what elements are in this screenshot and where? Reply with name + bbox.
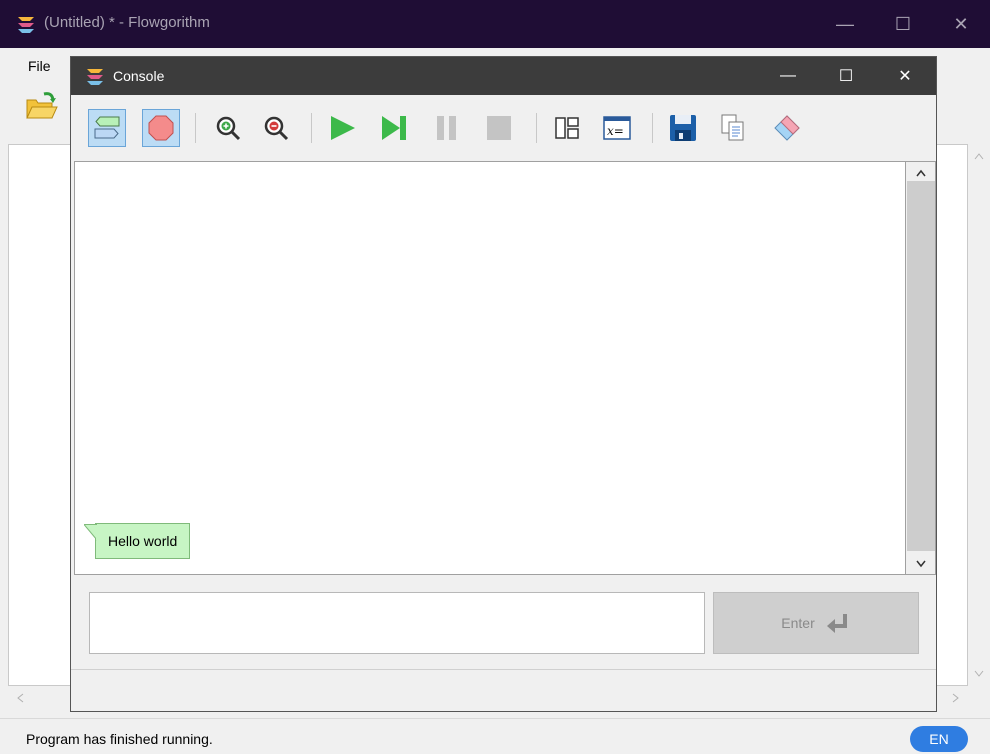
zoom-out-button[interactable] [257,109,295,147]
bubble-tail-icon [84,524,98,541]
zoom-in-icon [216,116,241,141]
zoom-out-icon [264,116,289,141]
console-output-area[interactable] [74,161,906,575]
console-app-icon [85,66,105,91]
scroll-down-icon [916,560,926,568]
toolbar-separator [536,113,537,143]
run-icon [331,116,355,140]
eraser-button[interactable] [768,109,806,147]
console-close-button[interactable]: ✕ [877,57,933,95]
status-text: Program has finished running. [26,731,213,747]
minimize-button[interactable]: — [816,0,874,48]
console-minimize-button[interactable]: — [760,57,816,95]
scroll-left-icon [17,693,24,703]
scroll-up-icon [916,169,926,177]
scroll-down-icon [974,670,984,677]
output-message-bubble: Hello world [84,523,191,559]
output-scroll-thumb[interactable] [907,181,935,551]
stop-sign-icon [148,115,174,141]
copy-icon [721,114,744,141]
variable-watch-button[interactable]: x= [598,109,636,147]
console-window: Console — ☐ ✕ x= Hello world Enter [70,56,937,712]
minimize-icon: — [780,67,796,84]
stop-button[interactable] [480,109,518,147]
stop-icon [487,116,511,140]
enter-return-icon [826,614,847,633]
close-icon: ✕ [953,13,969,34]
close-icon: ✕ [898,68,912,85]
main-vertical-scrollbar[interactable] [968,144,990,686]
copy-button[interactable] [714,109,752,147]
stop-sign-button[interactable] [142,109,180,147]
chat-view-icon [94,116,120,139]
console-toolbar: x= [71,95,936,161]
svg-text:x=: x= [607,124,624,138]
console-status-strip [71,669,936,711]
open-folder-icon[interactable] [24,90,58,129]
chat-view-button[interactable] [88,109,126,147]
save-icon [670,115,696,141]
run-button[interactable] [323,109,361,147]
layout-button[interactable] [548,109,586,147]
minimize-icon: — [836,13,854,34]
pause-icon [437,116,456,140]
toolbar-separator [195,113,196,143]
step-icon [382,116,406,140]
flowgorithm-app-icon [16,14,36,34]
eraser-icon [774,115,800,141]
close-button[interactable]: ✕ [932,0,990,48]
toolbar-separator [311,113,312,143]
console-maximize-button[interactable]: ☐ [818,57,874,95]
enter-button-label: Enter [781,615,815,631]
variable-watch-icon: x= [603,116,631,140]
scroll-up-icon [974,153,984,160]
console-title: Console [113,68,165,84]
pause-button[interactable] [428,109,466,147]
zoom-in-button[interactable] [209,109,247,147]
scroll-right-icon [952,693,959,703]
main-titlebar: (Untitled) * - Flowgorithm — ☐ ✕ [0,0,990,48]
toolbar-separator [652,113,653,143]
status-bar: Program has finished running. EN [0,718,990,754]
layout-icon [555,117,579,139]
step-button[interactable] [375,109,413,147]
console-input-field[interactable] [89,592,705,654]
window-title: (Untitled) * - Flowgorithm [44,14,210,31]
maximize-icon: ☐ [838,68,854,85]
save-button[interactable] [664,109,702,147]
maximize-button[interactable]: ☐ [874,0,932,48]
menu-file[interactable]: File [28,58,51,74]
language-badge[interactable]: EN [910,726,968,752]
output-message-text: Hello world [108,533,178,549]
maximize-icon: ☐ [894,13,912,34]
console-titlebar[interactable]: Console — ☐ ✕ [71,57,936,95]
enter-button[interactable]: Enter [713,592,919,654]
